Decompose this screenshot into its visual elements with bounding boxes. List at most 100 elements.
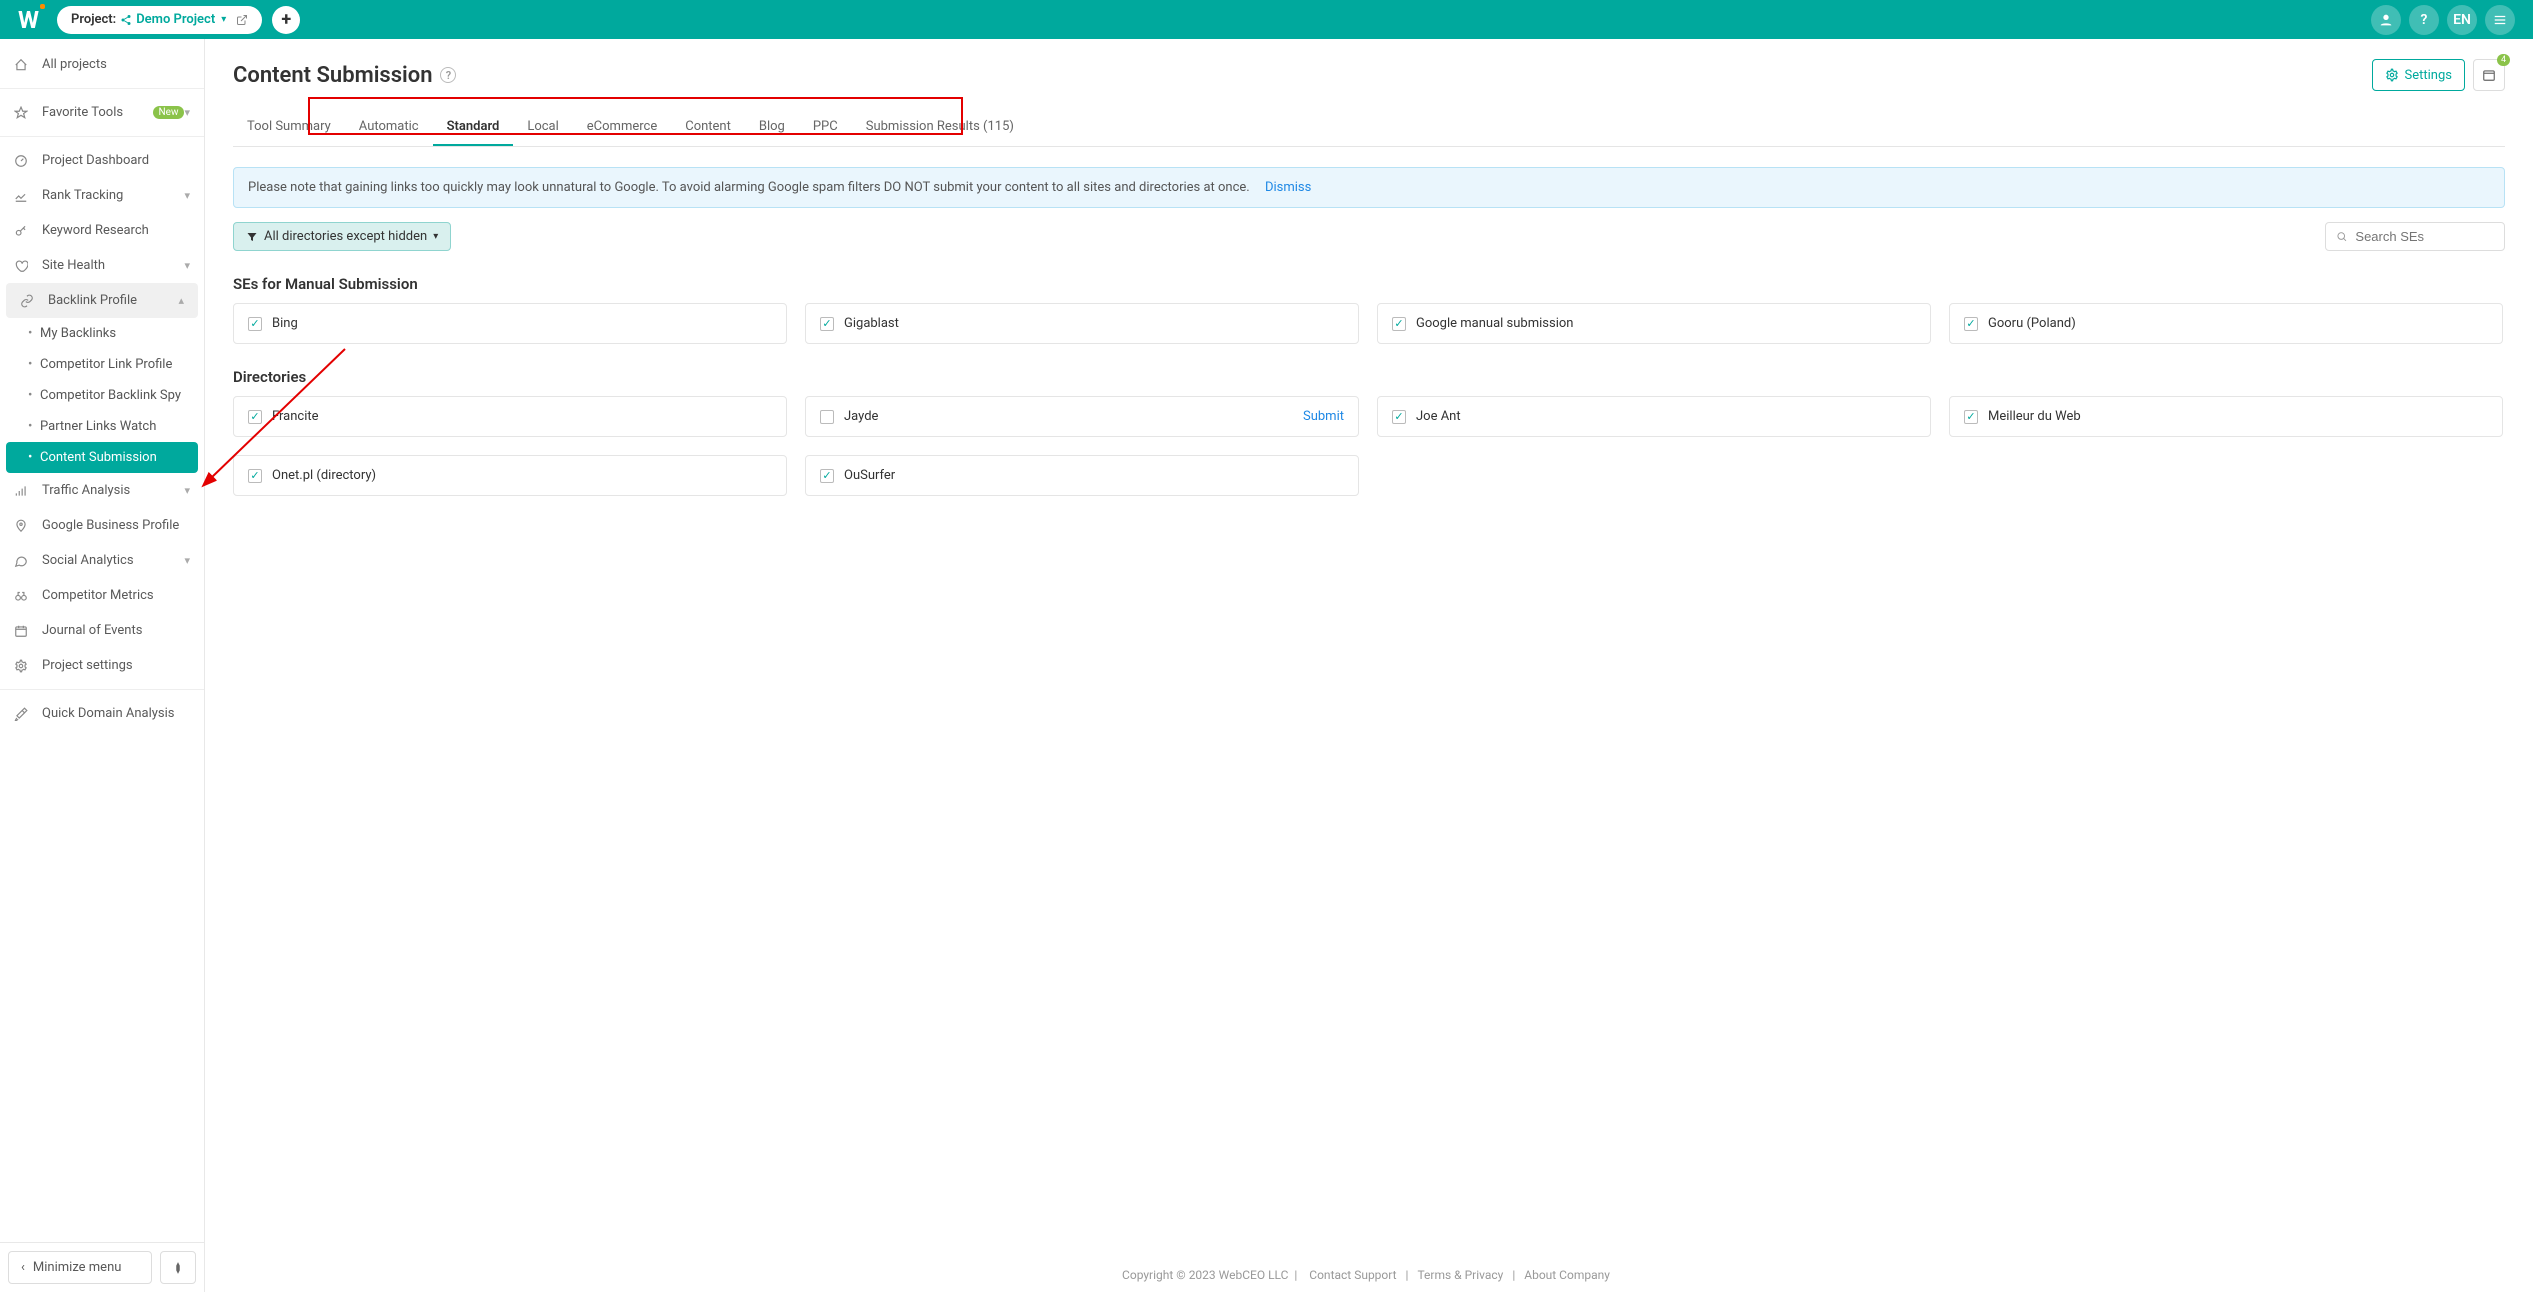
sidebar-sub-competitor-backlink-spy[interactable]: Competitor Backlink Spy (0, 380, 204, 411)
sidebar-item-label: Google Business Profile (42, 518, 190, 533)
card-label: Onet.pl (directory) (272, 468, 376, 483)
checkbox[interactable] (1964, 317, 1978, 331)
sidebar-item-favorite-tools[interactable]: Favorite Tools New ▾ (0, 95, 204, 130)
card-label: Bing (272, 316, 298, 331)
filter-button[interactable]: All directories except hidden ▾ (233, 222, 451, 251)
search-input[interactable] (2355, 229, 2494, 244)
sidebar-item-traffic-analysis[interactable]: Traffic Analysis ▾ (0, 473, 204, 508)
tab-ecommerce[interactable]: eCommerce (573, 109, 671, 146)
sidebar-item-site-health[interactable]: Site Health ▾ (0, 248, 204, 283)
tab-content[interactable]: Content (671, 109, 745, 146)
sidebar: All projects Favorite Tools New ▾ Projec… (0, 39, 205, 1292)
copyright: Copyright © 2023 WebCEO LLC (1122, 1268, 1288, 1282)
checkbox[interactable] (820, 317, 834, 331)
settings-button[interactable]: Settings (2372, 59, 2465, 91)
tab-tool-summary[interactable]: Tool Summary (233, 109, 345, 146)
sidebar-sub-content-submission[interactable]: Content Submission (6, 442, 198, 473)
card-label: Meilleur du Web (1988, 409, 2081, 424)
directory-card[interactable]: Joe Ant (1377, 396, 1931, 437)
dismiss-link[interactable]: Dismiss (1265, 180, 1311, 195)
sidebar-item-label: All projects (42, 57, 190, 72)
help-icon[interactable]: ? (2409, 5, 2439, 35)
external-link-icon[interactable] (236, 14, 248, 26)
tab-automatic[interactable]: Automatic (345, 109, 433, 146)
section-title-directories: Directories (233, 368, 2505, 386)
tab-standard[interactable]: Standard (433, 109, 514, 146)
directory-card[interactable]: Gooru (Poland) (1949, 303, 2503, 344)
sidebar-item-journal[interactable]: Journal of Events (0, 613, 204, 648)
menu-icon[interactable] (2485, 5, 2515, 35)
project-name: Demo Project (136, 12, 215, 27)
sidebar-sub-label: Competitor Backlink Spy (40, 388, 181, 403)
gauge-icon (14, 154, 32, 168)
add-project-button[interactable]: + (272, 6, 300, 34)
help-icon[interactable]: ? (440, 67, 456, 83)
sidebar-item-project-dashboard[interactable]: Project Dashboard (0, 143, 204, 178)
tab-blog[interactable]: Blog (745, 109, 799, 146)
sidebar-item-label: Social Analytics (42, 553, 184, 568)
checkbox[interactable] (248, 410, 262, 424)
directory-card[interactable]: OuSurfer (805, 455, 1359, 496)
sidebar-item-rank-tracking[interactable]: Rank Tracking ▾ (0, 178, 204, 213)
calendar-button[interactable]: 4 (2473, 59, 2505, 91)
sidebar-item-label: Backlink Profile (48, 293, 178, 308)
sidebar-item-google-business[interactable]: Google Business Profile (0, 508, 204, 543)
checkbox[interactable] (1392, 317, 1406, 331)
footer-link-about[interactable]: About Company (1524, 1268, 1610, 1282)
project-selector[interactable]: Project: Demo Project ▾ (57, 6, 262, 34)
link-icon (20, 294, 38, 308)
sidebar-sub-my-backlinks[interactable]: My Backlinks (0, 318, 204, 349)
alert-text: Please note that gaining links too quick… (248, 180, 1250, 195)
signal-icon (14, 484, 32, 498)
sidebar-item-label: Traffic Analysis (42, 483, 184, 498)
chart-icon (14, 189, 32, 203)
directory-card[interactable]: Onet.pl (directory) (233, 455, 787, 496)
sidebar-item-backlink-profile[interactable]: Backlink Profile ▴ (6, 283, 198, 318)
tab-submission-results[interactable]: Submission Results (115) (852, 109, 1028, 146)
directory-card[interactable]: Meilleur du Web (1949, 396, 2503, 437)
checkbox[interactable] (248, 317, 262, 331)
tab-ppc[interactable]: PPC (799, 109, 852, 146)
directory-card[interactable]: JaydeSubmit (805, 396, 1359, 437)
pin-button[interactable] (160, 1251, 196, 1284)
sidebar-sub-label: My Backlinks (40, 326, 116, 341)
search-input-wrapper[interactable] (2325, 222, 2505, 251)
sidebar-item-all-projects[interactable]: All projects (0, 47, 204, 82)
directory-card[interactable]: Google manual submission (1377, 303, 1931, 344)
checkbox[interactable] (248, 469, 262, 483)
checkbox[interactable] (1392, 410, 1406, 424)
chevron-down-icon: ▾ (184, 554, 190, 567)
sidebar-sub-label: Competitor Link Profile (40, 357, 172, 372)
footer: Copyright © 2023 WebCEO LLC | Contact Su… (205, 1258, 2533, 1292)
sidebar-item-project-settings[interactable]: Project settings (0, 648, 204, 683)
calendar-badge: 4 (2497, 54, 2510, 66)
page-title: Content Submission ? (233, 63, 456, 88)
sidebar-item-social-analytics[interactable]: Social Analytics ▾ (0, 543, 204, 578)
chevron-down-icon: ▾ (184, 189, 190, 202)
directory-card[interactable]: Gigablast (805, 303, 1359, 344)
minimize-label: Minimize menu (33, 1260, 122, 1275)
sidebar-item-quick-domain[interactable]: Quick Domain Analysis (0, 696, 204, 731)
calendar-icon (14, 624, 32, 638)
sidebar-sub-label: Partner Links Watch (40, 419, 156, 434)
checkbox[interactable] (1964, 410, 1978, 424)
footer-link-terms[interactable]: Terms & Privacy (1417, 1268, 1503, 1282)
minimize-menu-button[interactable]: ‹ Minimize menu (8, 1251, 152, 1284)
new-badge: New (153, 106, 185, 119)
sidebar-item-competitor-metrics[interactable]: Competitor Metrics (0, 578, 204, 613)
user-icon[interactable] (2371, 5, 2401, 35)
footer-link-contact[interactable]: Contact Support (1309, 1268, 1396, 1282)
card-label: Google manual submission (1416, 316, 1573, 331)
sidebar-item-keyword-research[interactable]: Keyword Research (0, 213, 204, 248)
tab-local[interactable]: Local (513, 109, 572, 146)
checkbox[interactable] (820, 469, 834, 483)
sidebar-sub-competitor-link-profile[interactable]: Competitor Link Profile (0, 349, 204, 380)
checkbox[interactable] (820, 410, 834, 424)
directory-card[interactable]: Francite (233, 396, 787, 437)
language-button[interactable]: EN (2447, 5, 2477, 35)
directory-card[interactable]: Bing (233, 303, 787, 344)
card-label: Joe Ant (1416, 409, 1461, 424)
submit-link[interactable]: Submit (1303, 409, 1344, 424)
sidebar-sub-partner-links-watch[interactable]: Partner Links Watch (0, 411, 204, 442)
card-label: OuSurfer (844, 468, 895, 483)
